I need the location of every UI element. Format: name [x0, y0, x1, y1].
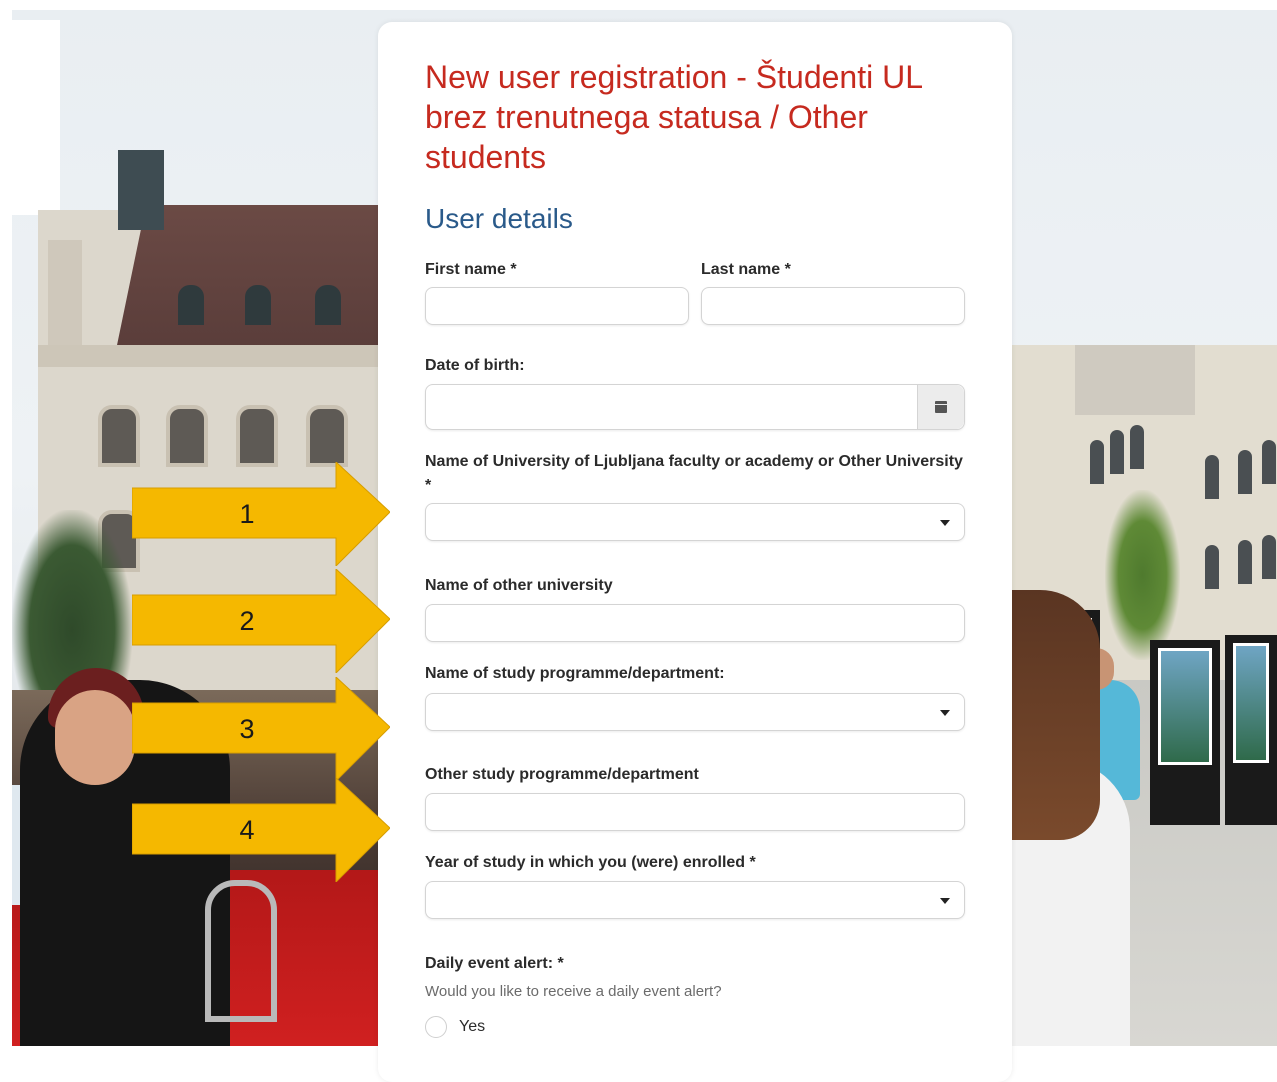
- chevron-down-icon: [940, 898, 950, 904]
- annotation-number: 4: [239, 815, 255, 845]
- annotation-number: 2: [239, 606, 255, 636]
- last-name-field[interactable]: [701, 287, 965, 325]
- annotation-number: 1: [239, 499, 255, 529]
- page-title: New user registration - Študenti UL brez…: [425, 59, 922, 175]
- registration-card: [378, 22, 1012, 1082]
- section-title: User details: [425, 203, 573, 234]
- chevron-down-icon: [940, 710, 950, 716]
- first-name-label: First name *: [425, 261, 517, 278]
- last-name-label: Last name *: [701, 261, 791, 278]
- annotation-arrow-1: 1: [132, 462, 390, 566]
- chevron-down-icon: [940, 520, 950, 526]
- annotation-arrow-2: 2: [132, 569, 390, 673]
- annotation-arrow-3: 3: [132, 677, 390, 781]
- study-programme-label: Name of study programme/department:: [425, 665, 725, 682]
- other-university-label: Name of other university: [425, 577, 613, 594]
- first-name-field[interactable]: [425, 287, 689, 325]
- year-of-study-select[interactable]: [425, 881, 965, 919]
- alert-yes-radio[interactable]: [425, 1016, 447, 1038]
- other-programme-label: Other study programme/department: [425, 766, 699, 783]
- alert-yes-label[interactable]: Yes: [459, 1016, 485, 1038]
- study-programme-select[interactable]: [425, 693, 965, 731]
- calendar-icon: [935, 401, 947, 413]
- year-label: Year of study in which you (were) enroll…: [425, 854, 756, 871]
- dob-label: Date of birth:: [425, 357, 525, 374]
- faculty-label: Name of University of Ljubljana faculty …: [425, 453, 963, 494]
- calendar-button[interactable]: [917, 385, 964, 429]
- other-university-field[interactable]: [425, 604, 965, 642]
- annotation-number: 3: [239, 714, 255, 744]
- daily-alert-label: Daily event alert: *: [425, 955, 564, 972]
- faculty-select[interactable]: [425, 503, 965, 541]
- daily-alert-hint: Would you like to receive a daily event …: [425, 983, 722, 1000]
- other-programme-field[interactable]: [425, 793, 965, 831]
- date-of-birth-field[interactable]: [425, 384, 965, 430]
- annotation-arrow-4: 4: [132, 778, 390, 882]
